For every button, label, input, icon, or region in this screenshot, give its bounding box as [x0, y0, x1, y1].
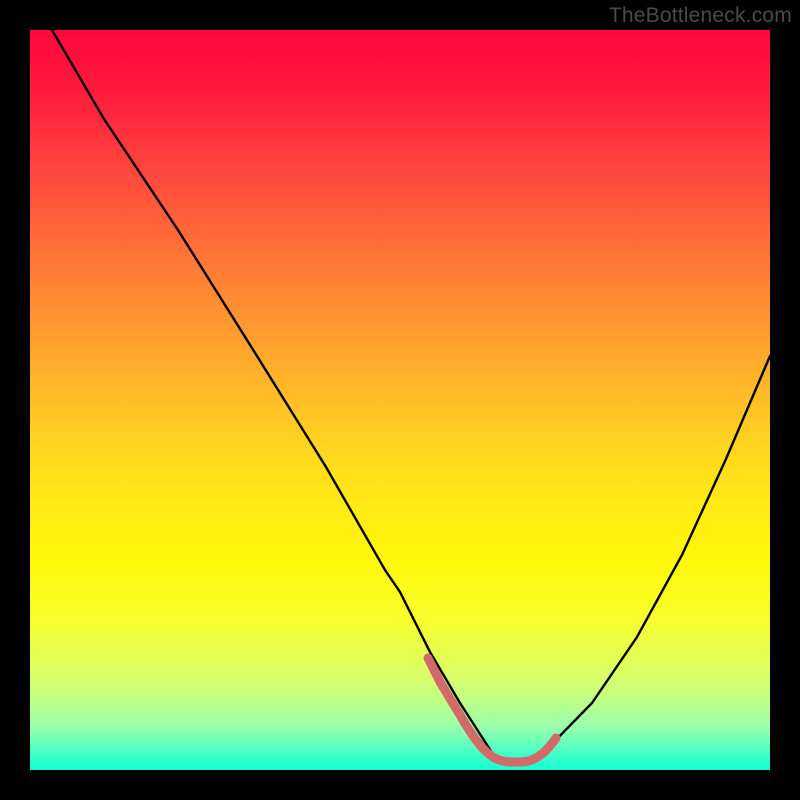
bottleneck-curve — [30, 30, 770, 770]
watermark-text: TheBottleneck.com — [609, 4, 792, 28]
optimal-zone-marker — [428, 658, 556, 762]
chart-frame: TheBottleneck.com — [0, 0, 800, 800]
curve-path — [52, 30, 770, 763]
plot-area — [30, 30, 770, 770]
